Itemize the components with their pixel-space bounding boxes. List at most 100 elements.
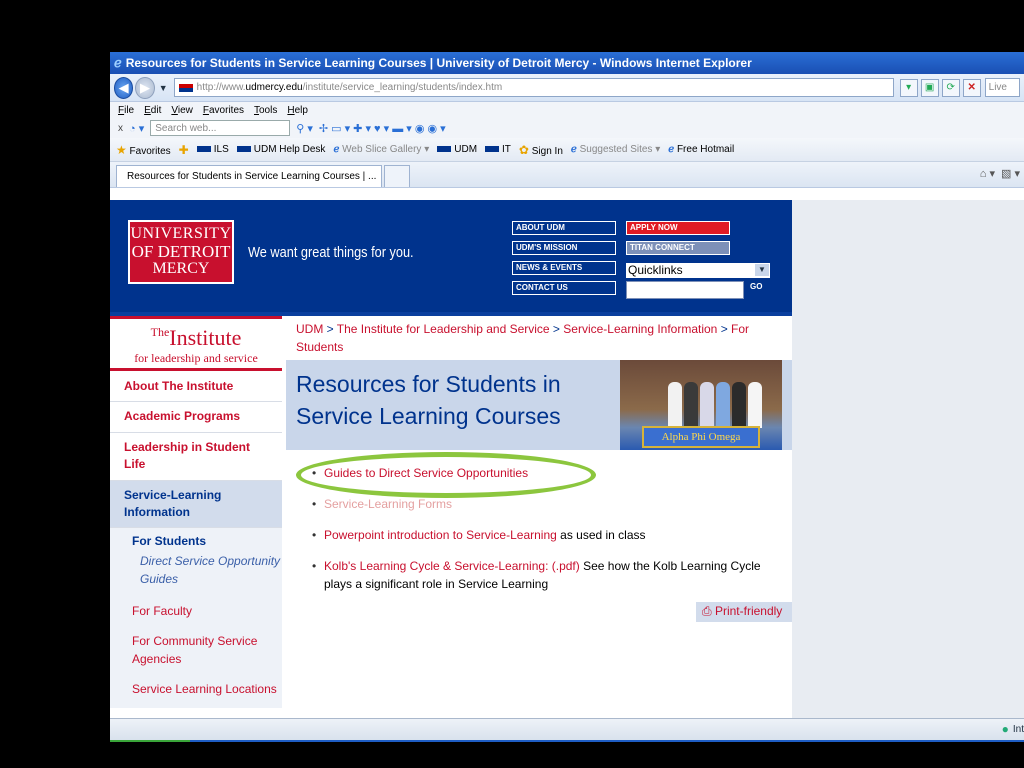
menu-help[interactable]: Help <box>287 105 308 116</box>
menu-favorites[interactable]: Favorites <box>203 105 244 116</box>
crumb-service-learning[interactable]: Service-Learning Information <box>563 322 717 336</box>
fav-web-slice-label: Web Slice Gallery <box>342 144 422 155</box>
security-zone[interactable]: ● Int <box>1002 722 1024 736</box>
url-host: udmercy.edu <box>245 82 303 93</box>
udm-mission-link[interactable]: UDM'S MISSION <box>512 241 616 255</box>
apply-now-button[interactable]: APPLY NOW <box>626 221 730 235</box>
favorites-label: Favorites <box>129 145 171 157</box>
tab-label: Resources for Students in Service Learni… <box>127 171 377 182</box>
crumb-institute[interactable]: The Institute for Leadership and Service <box>337 322 550 336</box>
crumb-sep: > <box>323 322 337 336</box>
hotmail-ie-icon: ℯ <box>668 144 675 155</box>
search-go-icon[interactable]: ⚲ ▾ <box>296 122 313 135</box>
fav-suggested-label: Suggested Sites <box>579 144 653 155</box>
web-search-input[interactable]: Search web... <box>150 120 291 136</box>
crumb-sep: > <box>549 322 564 336</box>
quicklinks-value: Quicklinks <box>628 263 683 277</box>
person-figure <box>716 382 730 428</box>
print-friendly-button[interactable]: ⎙ Print-friendly <box>696 602 792 622</box>
site-search-input[interactable] <box>626 281 744 299</box>
sidebar-item-leadership[interactable]: Leadership in Student Life <box>110 433 282 481</box>
contact-us-link[interactable]: CONTACT US <box>512 281 616 295</box>
powerpoint-note: as used in class <box>556 528 646 542</box>
toolbar-buttons-icon[interactable]: ✢ ▭ ▾ ✚ ▾ ♥ ▾ ▬ ▾ ◉ ◉ ▾ <box>319 122 446 135</box>
suggested-sites-ie-icon: ℯ <box>570 144 577 155</box>
subnav-for-faculty[interactable]: For Faculty <box>132 602 282 620</box>
logo-line3: MERCY <box>152 259 210 277</box>
fav-udm-help-desk[interactable]: UDM Help Desk <box>236 144 325 155</box>
refresh-icon[interactable]: ⟳ <box>941 78 960 97</box>
history-dropdown-icon[interactable]: ▼ <box>159 83 168 93</box>
tab-current[interactable]: Resources for Students in Service Learni… <box>116 165 382 187</box>
guides-link[interactable]: Guides to Direct Service Opportunities <box>324 466 528 480</box>
home-icon[interactable]: ⌂ ▾ <box>980 167 995 180</box>
page-title: Resources for Students in Service Learni… <box>296 371 561 430</box>
fav-sign-in[interactable]: ✿ Sign In <box>519 143 563 157</box>
sidebar-item-service-learning[interactable]: Service-Learning Information <box>110 480 282 529</box>
ie-logo-icon: ℯ <box>114 55 122 70</box>
fav-ils[interactable]: ILS <box>196 144 229 155</box>
udm-logo[interactable]: UNIVERSITY OF DETROIT MERCY <box>128 220 234 284</box>
compatibility-icon[interactable]: ▣ <box>920 78 939 97</box>
crumb-udm[interactable]: UDM <box>296 322 323 336</box>
fav-web-slice-gallery[interactable]: ℯ Web Slice Gallery ▾ <box>333 144 429 155</box>
sidebar-item-academic[interactable]: Academic Programs <box>110 402 282 433</box>
subnav-community-agencies[interactable]: For Community Service Agencies <box>132 632 282 668</box>
web-search-placeholder: Search web... <box>155 122 217 134</box>
udm-favicon-icon <box>437 146 452 153</box>
live-search-placeholder: Live <box>988 82 1007 93</box>
title-band: Resources for Students in Service Learni… <box>286 360 792 450</box>
crumb-sep: > <box>717 322 732 336</box>
address-bar[interactable]: http://www. udmercy.edu/institute/service… <box>173 78 894 97</box>
menu-file[interactable]: File <box>118 105 134 116</box>
photo-banner: Alpha Phi Omega <box>642 426 760 448</box>
fav-hotmail-label: Free Hotmail <box>676 144 735 155</box>
about-udm-link[interactable]: ABOUT UDM <box>512 221 616 235</box>
forms-link[interactable]: Service-Learning Forms <box>324 497 452 511</box>
group-photo: Alpha Phi Omega <box>620 360 782 450</box>
fav-it[interactable]: IT <box>485 144 511 155</box>
resource-list: Guides to Direct Service Opportunities S… <box>312 464 784 606</box>
add-favorites-icon[interactable]: ✚ <box>179 143 189 157</box>
command-bar: ⌂ ▾ ▧ ▾ <box>980 167 1020 180</box>
institute-logo[interactable]: TheInstitute for leadership and service <box>110 316 282 372</box>
back-button[interactable]: ◀ <box>114 76 134 99</box>
help-desk-favicon-icon <box>236 146 251 153</box>
toolbar-close-icon[interactable]: x <box>118 123 123 134</box>
subnav-locations[interactable]: Service Learning Locations <box>132 680 282 698</box>
stop-icon[interactable]: ✕ <box>962 78 981 97</box>
menu-edit[interactable]: Edit <box>144 105 161 116</box>
fav-udm-label: UDM <box>454 144 478 155</box>
new-tab-button[interactable] <box>384 165 410 187</box>
news-events-link[interactable]: NEWS & EVENTS <box>512 261 616 275</box>
menu-tools[interactable]: Tools <box>254 105 277 116</box>
go-button[interactable]: GO <box>750 282 762 291</box>
fav-it-label: IT <box>502 144 511 155</box>
fav-suggested-sites[interactable]: ℯ Suggested Sites ▾ <box>571 144 660 155</box>
person-figure <box>732 382 746 428</box>
site-header: UNIVERSITY OF DETROIT MERCY We want grea… <box>110 200 792 316</box>
institute-subtitle: for leadership and service <box>110 351 282 371</box>
kolb-link[interactable]: Kolb's Learning Cycle & Service-Learning… <box>324 559 580 573</box>
fav-free-hotmail[interactable]: ℯ Free Hotmail <box>668 144 734 155</box>
titan-connect-button[interactable]: TITAN CONNECT <box>626 241 730 255</box>
favorites-star-icon: ★ <box>116 142 127 157</box>
live-search-input[interactable]: Live <box>984 78 1021 97</box>
page-viewport: UNIVERSITY OF DETROIT MERCY We want grea… <box>110 200 1024 718</box>
address-dropdown-icon[interactable]: ▾ <box>899 78 918 97</box>
forward-button[interactable]: ▶ <box>135 76 155 99</box>
fav-udm[interactable]: UDM <box>437 144 477 155</box>
menu-view[interactable]: View <box>171 105 193 116</box>
favorites-button[interactable]: ★ Favorites <box>116 143 171 157</box>
title-bar: ℯ Resources for Students in Service Lear… <box>110 52 1024 74</box>
main-content: UDM > The Institute for Leadership and S… <box>286 320 792 622</box>
sidebar-item-about[interactable]: About The Institute <box>110 372 282 403</box>
powerpoint-link[interactable]: Powerpoint introduction to Service-Learn… <box>324 528 557 542</box>
list-item: Kolb's Learning Cycle & Service-Learning… <box>312 557 784 593</box>
quicklinks-select[interactable]: Quicklinks ▼ <box>626 263 770 278</box>
institute-the: The <box>150 325 170 339</box>
subnav-direct-service[interactable]: Direct Service Opportunity Guides <box>140 552 282 588</box>
subnav-for-students[interactable]: For Students <box>132 534 282 548</box>
feeds-icon[interactable]: ▧ ▾ <box>1001 167 1020 180</box>
url-prefix: http://www. <box>196 82 246 93</box>
